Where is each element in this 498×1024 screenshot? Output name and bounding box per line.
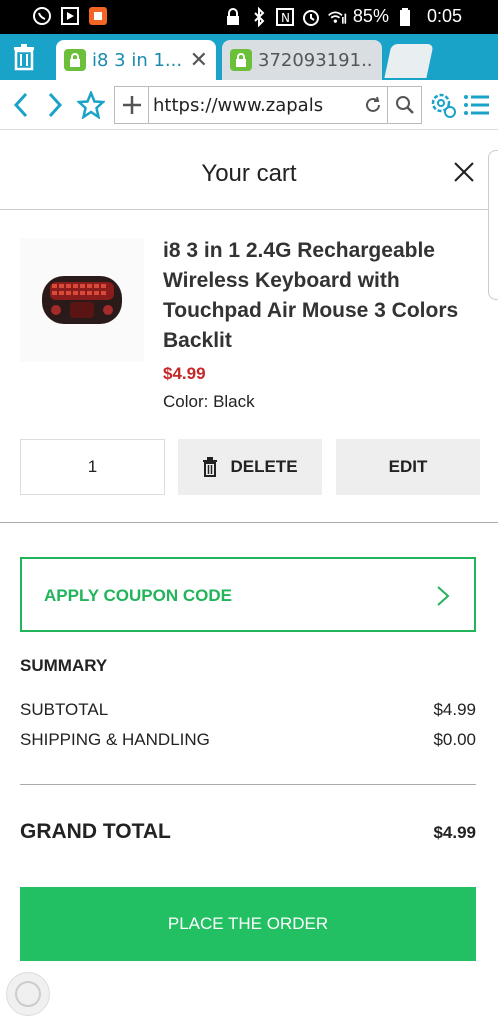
divider [0,522,498,523]
product-price: $4.99 [163,364,206,383]
battery-percent: 85% [352,6,389,26]
url-text[interactable]: https://www.zapals [149,95,359,116]
close-icon[interactable] [452,160,476,184]
reload-icon [366,96,380,112]
star-icon [77,91,105,119]
product-color: Color: Black [163,392,255,411]
grand-total-row: GRAND TOTAL $4.99 [20,820,476,844]
menu-button[interactable] [462,88,492,122]
app-notification-icon [89,7,107,25]
new-tab-button[interactable] [384,44,434,78]
tab-manager-button[interactable] [8,40,40,74]
battery-icon [399,7,410,26]
notification-icons [32,6,108,26]
chevron-left-icon [13,92,28,118]
grand-total-label: GRAND TOTAL [20,820,171,843]
side-panel-handle[interactable] [488,150,498,300]
clock: 0:05 [426,6,462,26]
close-tab-icon[interactable]: ✕ [190,48,208,73]
secure-lock-icon [64,49,86,71]
tab-inactive[interactable]: 372093191... [222,40,382,80]
browser-tab-bar: i8 3 in 1... ✕ 372093191... [0,34,498,80]
subtotal-label: SUBTOTAL [20,700,109,719]
system-status: N 85% 0:05 [223,6,462,27]
nfc-icon: N [275,7,294,26]
gear-icon [431,93,456,118]
chevron-right-icon [437,586,450,606]
floating-assistant-button[interactable] [6,972,50,1016]
keyboard-product-image [42,276,122,324]
product-name[interactable]: i8 3 in 1 2.4G Rechargeable Wireless Key… [163,236,463,356]
chevron-right-icon [48,92,63,118]
product-image[interactable] [20,238,144,362]
subtotal-row: SUBTOTAL $4.99 [20,700,476,720]
search-icon [395,96,414,114]
list-menu-icon [464,95,489,115]
summary-title: SUMMARY [20,656,108,675]
delete-button[interactable]: DELETE [178,439,322,495]
whatsapp-icon [33,7,51,25]
grand-total-value: $4.99 [433,823,476,842]
url-field[interactable]: https://www.zapals [114,86,422,124]
trash-icon [203,457,218,477]
alarm-icon [302,9,319,26]
play-store-icon [61,7,79,25]
bluetooth-icon [254,6,265,27]
tab-active[interactable]: i8 3 in 1... ✕ [56,40,216,80]
forward-button[interactable] [40,88,70,122]
edit-label: EDIT [388,457,428,476]
new-tab-plus-button[interactable] [115,87,149,123]
divider [20,784,476,785]
reload-button[interactable] [359,95,387,115]
quantity-input[interactable]: 1 [20,439,165,495]
back-button[interactable] [6,88,36,122]
shipping-label: SHIPPING & HANDLING [20,730,210,749]
shipping-row: SHIPPING & HANDLING $0.00 [20,730,476,750]
svg-text:N: N [281,11,290,25]
place-order-button[interactable]: PLACE THE ORDER [20,887,476,961]
tab-label: 372093191... [258,49,374,71]
search-button[interactable] [387,87,421,123]
apply-coupon-button[interactable]: APPLY COUPON CODE [20,557,476,632]
trash-icon [14,44,34,71]
plus-icon [122,96,141,114]
page-title: Your cart [201,160,297,187]
status-bar: N 85% 0:05 [0,0,498,34]
wifi-signal-icon [328,11,347,24]
lock-icon [226,7,239,25]
edit-button[interactable]: EDIT [336,439,480,495]
circle-icon [15,981,41,1007]
shipping-value: $0.00 [433,730,476,749]
coupon-label: APPLY COUPON CODE [44,586,232,605]
address-bar: https://www.zapals [0,80,498,130]
secure-lock-icon [230,49,252,71]
subtotal-value: $4.99 [433,700,476,719]
delete-label: DELETE [230,457,298,476]
settings-button[interactable] [428,88,458,122]
cart-header: Your cart [0,130,498,210]
bookmark-button[interactable] [76,88,106,122]
tab-label: i8 3 in 1... [92,49,183,71]
